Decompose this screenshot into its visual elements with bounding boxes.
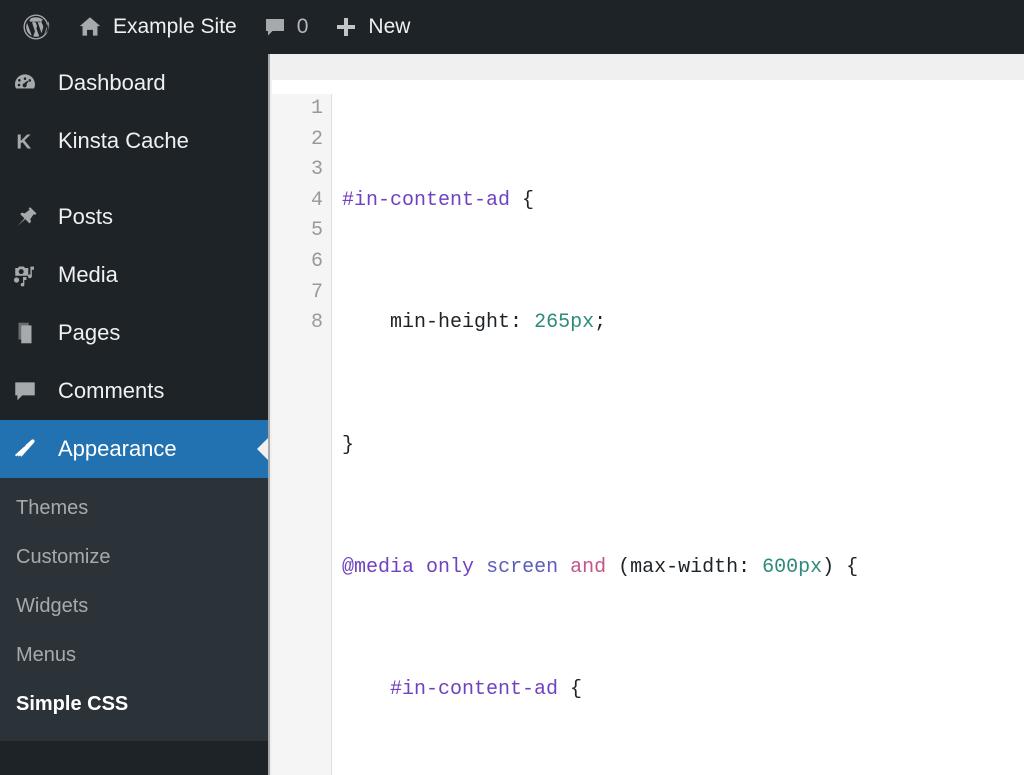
sidebar-item-posts[interactable]: Posts xyxy=(0,188,268,246)
code-lines[interactable]: #in-content-ad { min-height: 265px; } @m… xyxy=(332,94,1024,775)
site-name-label: Example Site xyxy=(113,15,237,38)
line-number: 7 xyxy=(310,280,323,304)
code-line: @media only screen and (max-width: 600px… xyxy=(342,553,1024,584)
new-content-menu-item[interactable]: New xyxy=(321,0,423,54)
css-keyword-screen: screen xyxy=(486,555,559,579)
new-label: New xyxy=(368,15,411,38)
submenu-item-widgets[interactable]: Widgets xyxy=(0,582,268,631)
sidebar-item-label: Media xyxy=(58,262,118,287)
wordpress-logo-icon xyxy=(21,12,51,42)
sidebar-item-comments[interactable]: Comments xyxy=(0,362,268,420)
submenu-item-simple-css[interactable]: Simple CSS xyxy=(0,680,268,729)
codemirror-wrapper: 1 2 3 4 5 6 7 8 #in-content-ad { min-hei… xyxy=(272,80,1024,775)
sidebar-item-media[interactable]: Media xyxy=(0,246,268,304)
camera-music-icon xyxy=(12,262,50,288)
content-area: 1 2 3 4 5 6 7 8 #in-content-ad { min-hei… xyxy=(272,54,1024,775)
sidebar-item-label: Dashboard xyxy=(58,70,166,95)
svg-text:K: K xyxy=(16,131,31,154)
sidebar-item-label: Kinsta Cache xyxy=(58,128,189,153)
comment-bubble-icon xyxy=(263,15,287,39)
code-line: #in-content-ad { xyxy=(342,186,1024,217)
sidebar-item-label: Comments xyxy=(58,378,165,403)
admin-bar: Example Site 0 New xyxy=(0,0,1024,54)
pin-icon xyxy=(12,204,50,230)
sidebar-item-label: Posts xyxy=(58,204,114,229)
css-keyword-and: and xyxy=(570,555,607,579)
css-punct: : xyxy=(510,311,535,335)
sidebar-item-appearance[interactable]: Appearance xyxy=(0,420,268,478)
pages-icon xyxy=(12,320,50,346)
css-at-rule: @media xyxy=(342,555,415,579)
css-media-feature: (max-width: xyxy=(606,555,763,579)
sidebar-item-dashboard[interactable]: Dashboard xyxy=(0,54,268,112)
sidebar-item-label: Pages xyxy=(58,320,121,345)
code-line: } xyxy=(342,431,1024,462)
css-property: min-height xyxy=(390,311,511,335)
css-value: 265px xyxy=(534,311,595,335)
css-code-editor[interactable]: 1 2 3 4 5 6 7 8 #in-content-ad { min-hei… xyxy=(272,80,1024,775)
plus-icon xyxy=(334,15,358,39)
css-punct: ; xyxy=(594,311,607,335)
comments-count: 0 xyxy=(296,15,309,38)
css-selector: #in-content-ad xyxy=(390,678,559,702)
line-number: 4 xyxy=(310,188,323,212)
menu-separator xyxy=(0,170,268,188)
wp-logo-menu-item[interactable] xyxy=(8,0,64,54)
css-punct: } xyxy=(342,433,355,457)
line-number: 6 xyxy=(310,249,323,273)
line-number: 3 xyxy=(310,158,323,182)
sidebar-item-kinsta-cache[interactable]: K Kinsta Cache xyxy=(0,112,268,170)
line-number: 1 xyxy=(310,97,323,120)
sidebar-item-pages[interactable]: Pages xyxy=(0,304,268,362)
code-line: #in-content-ad { xyxy=(342,675,1024,706)
home-icon xyxy=(77,14,103,40)
appearance-submenu: Themes Customize Widgets Menus Simple CS… xyxy=(0,478,268,741)
line-number-gutter: 1 2 3 4 5 6 7 8 xyxy=(272,94,332,775)
current-menu-arrow-icon xyxy=(257,438,268,460)
site-name-menu-item[interactable]: Example Site xyxy=(64,0,250,54)
css-value: 600px xyxy=(762,555,823,579)
line-number: 5 xyxy=(310,219,323,243)
line-number: 2 xyxy=(310,127,323,151)
submenu-item-customize[interactable]: Customize xyxy=(0,533,268,582)
code-line: min-height: 265px; xyxy=(342,308,1024,339)
css-selector: #in-content-ad xyxy=(342,188,511,212)
css-keyword-only: only xyxy=(426,555,475,579)
css-punct: { xyxy=(558,678,583,702)
submenu-item-menus[interactable]: Menus xyxy=(0,631,268,680)
admin-sidebar-menu: Dashboard K Kinsta Cache Posts Media Pag… xyxy=(0,54,270,775)
comment-bubble-icon xyxy=(12,378,50,404)
comments-menu-item[interactable]: 0 xyxy=(250,0,322,54)
css-punct: { xyxy=(510,188,535,212)
css-punct: ) { xyxy=(822,555,859,579)
line-number: 8 xyxy=(310,311,323,335)
submenu-item-themes[interactable]: Themes xyxy=(0,484,268,533)
sidebar-item-label: Appearance xyxy=(58,436,177,461)
paintbrush-icon xyxy=(12,436,50,462)
dashboard-gauge-icon xyxy=(12,70,50,96)
kinsta-k-icon: K xyxy=(12,128,50,154)
